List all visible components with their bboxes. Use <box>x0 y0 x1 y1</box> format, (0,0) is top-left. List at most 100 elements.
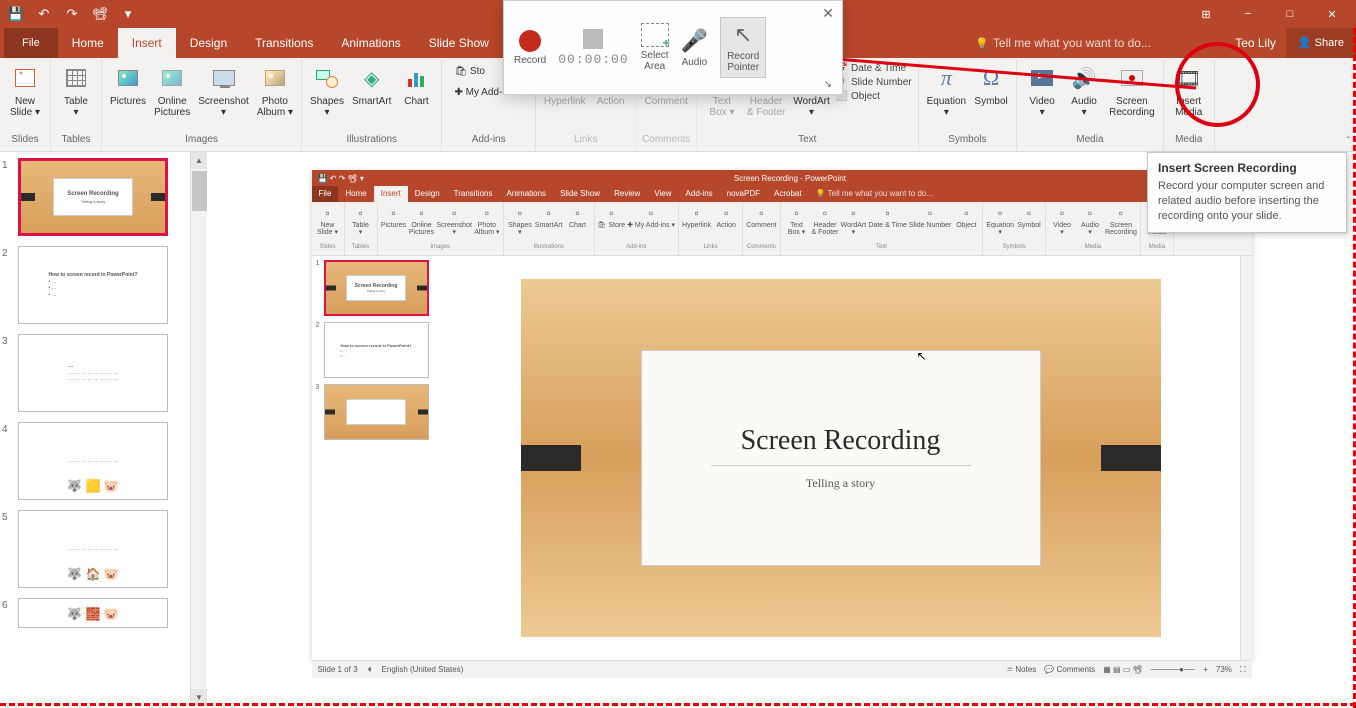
embedded-tab-acrobat: Acrobat <box>767 186 809 202</box>
tab-insert[interactable]: Insert <box>118 28 176 58</box>
embedded-tab-review: Review <box>607 186 647 202</box>
group-label-text: Text <box>798 134 816 148</box>
embedded-thumb-2: 2How to screen record in PowerPoint?• …•… <box>316 322 438 378</box>
tooltip-description: Record your computer screen and related … <box>1158 179 1336 224</box>
smartart-button[interactable]: ◈SmartArt <box>348 60 395 109</box>
select-area-button[interactable]: Select Area <box>641 23 669 72</box>
slide-thumbnail-3[interactable]: 3 …… … … … … … … …… … … … … … … … <box>0 332 184 414</box>
save-icon[interactable]: 💾 <box>4 2 28 26</box>
qat-dropdown-icon[interactable]: ▾ <box>116 2 140 26</box>
tell-me-search[interactable]: Tell me what you want to do... <box>965 36 1225 50</box>
header-footer-label: Header & Footer <box>747 96 785 118</box>
embedded-screenshot: 💾 ↶ ↷ 📽 ▾Screen Recording - PowerPoint⊞ … <box>312 170 1252 660</box>
tab-slide-show[interactable]: Slide Show <box>415 28 503 58</box>
slide-title-card: Screen Recording Telling a story <box>641 350 1041 566</box>
slide-thumbnail-2[interactable]: 2 How to screen record in PowerPoint?• …… <box>0 244 184 326</box>
redo-icon[interactable]: ↷ <box>60 2 84 26</box>
slide-thumbnail-4[interactable]: 4 … … … … … … … …🐺 🟨 🐷 <box>0 420 184 502</box>
embedded-tab-insert: Insert <box>374 186 408 202</box>
photo-album-button[interactable]: Photo Album ▾ <box>253 60 297 120</box>
scroll-down-icon[interactable]: ▼ <box>191 689 207 706</box>
insert-media-button[interactable]: 🎞Insert Media <box>1168 60 1210 120</box>
ribbon-display-options-icon[interactable]: ⊞ <box>1186 2 1226 26</box>
group-tables: Table ▾ Tables <box>51 60 102 150</box>
date-time-button[interactable]: 📅 Date & Time <box>836 63 912 74</box>
thumbnail-scrollbar[interactable]: ▲ ▼ <box>190 152 207 706</box>
pointer-icon: ↖ <box>734 22 752 48</box>
embedded-tab-novapdf: novaPDF <box>720 186 767 202</box>
share-label: Share <box>1315 37 1344 49</box>
embedded-comments-label: Comments <box>1057 665 1096 674</box>
group-label-slides: Slides <box>11 134 38 148</box>
online-pictures-button[interactable]: Online Pictures <box>150 60 194 120</box>
slide-thumbnail-6[interactable]: 6 … … … … … … … …🐺 🧱 🐷 <box>0 596 184 630</box>
table-label: Table ▾ <box>64 96 88 118</box>
group-label-links: Links <box>574 134 597 148</box>
pictures-button[interactable]: Pictures <box>106 60 150 109</box>
file-tab[interactable]: File <box>4 28 58 58</box>
record-icon <box>519 30 541 52</box>
tab-animations[interactable]: Animations <box>327 28 414 58</box>
slide-editor: 💾 ↶ ↷ 📽 ▾Screen Recording - PowerPoint⊞ … <box>207 152 1356 706</box>
tooltip-title: Insert Screen Recording <box>1158 161 1336 175</box>
close-icon[interactable]: ✕ <box>1312 2 1352 26</box>
slide-number: 4 <box>2 422 14 435</box>
embedded-menubar: File Home Insert Design Transitions Anim… <box>312 186 1252 202</box>
share-button[interactable]: 👤 Share <box>1286 28 1356 58</box>
minimize-icon[interactable]: − <box>1228 2 1268 26</box>
dock-icon[interactable]: ↘ <box>824 79 832 90</box>
screenshot-button[interactable]: Screenshot ▾ <box>194 60 253 120</box>
undo-icon[interactable]: ↶ <box>32 2 56 26</box>
record-button[interactable]: Record <box>514 30 546 66</box>
slide-number-button[interactable]: #️ Slide Number <box>836 77 912 88</box>
slide-subtitle: Telling a story <box>806 476 875 491</box>
scroll-up-icon[interactable]: ▲ <box>191 152 207 169</box>
slide-thumbnail-1[interactable]: 1 Screen RecordingTelling a story <box>0 156 184 238</box>
group-label-tables: Tables <box>62 134 91 148</box>
embedded-thumb-3: 3 <box>316 384 438 440</box>
table-button[interactable]: Table ▾ <box>55 60 97 120</box>
embedded-slide: Screen Recording Telling a story ↖ <box>521 279 1161 637</box>
embedded-tab-view: View <box>647 186 678 202</box>
audio-button[interactable]: 🎤 Audio <box>681 28 708 68</box>
collapse-ribbon-icon[interactable]: ˆ <box>1347 136 1350 147</box>
tab-design[interactable]: Design <box>176 28 241 58</box>
group-label-symbols: Symbols <box>948 134 986 148</box>
start-from-beginning-icon[interactable]: 📽 <box>88 2 112 26</box>
insert-media-label: Insert Media <box>1175 96 1202 118</box>
slide-title: Screen Recording <box>741 425 941 457</box>
slide-thumbnail-panel[interactable]: 1 Screen RecordingTelling a story 2 How … <box>0 152 190 706</box>
shapes-button[interactable]: Shapes ▾ <box>306 60 348 120</box>
smartart-label: SmartArt <box>352 96 391 107</box>
chart-button[interactable]: Chart <box>395 60 437 109</box>
record-pointer-button[interactable]: ↖ Record Pointer <box>720 17 766 78</box>
embedded-thumbs: 1Screen RecordingTelling a story 2How to… <box>312 256 442 660</box>
maximize-icon[interactable]: □ <box>1270 2 1310 26</box>
object-button[interactable]: ⬜ Object <box>836 91 912 102</box>
video-button[interactable]: Video ▾ <box>1021 60 1063 120</box>
embedded-thumb-1: 1Screen RecordingTelling a story <box>316 260 438 316</box>
symbol-button[interactable]: ΩSymbol <box>970 60 1012 109</box>
embedded-tab-design: Design <box>408 186 447 202</box>
record-pointer-label: Record Pointer <box>727 51 759 73</box>
tab-home[interactable]: Home <box>58 28 118 58</box>
slide-thumbnail-5[interactable]: 5 … … … … … … … …🐺 🏠 🐷 <box>0 508 184 590</box>
embedded-tab-home: Home <box>338 186 373 202</box>
embedded-slide-counter: Slide 1 of 3 <box>318 665 358 674</box>
embedded-tab-animations: Animations <box>499 186 553 202</box>
online-pictures-label: Online Pictures <box>154 96 190 118</box>
equation-button[interactable]: πEquation ▾ <box>923 60 970 120</box>
ribbon-audio-label: Audio ▾ <box>1071 96 1097 118</box>
slide-number: 1 <box>2 158 14 171</box>
tab-transitions[interactable]: Transitions <box>241 28 327 58</box>
scrollbar-thumb[interactable] <box>192 171 207 211</box>
user-name[interactable]: Teo Lily <box>1225 36 1286 50</box>
screen-recording-toolbar: Record 00:00:00 Select Area 🎤 Audio ↖ Re… <box>503 0 843 95</box>
new-slide-label: New Slide ▾ <box>10 96 40 118</box>
screen-recording-button[interactable]: Screen Recording <box>1105 60 1159 120</box>
new-slide-button[interactable]: New Slide ▾ <box>4 60 46 120</box>
editor-canvas[interactable]: 💾 ↶ ↷ 📽 ▾Screen Recording - PowerPoint⊞ … <box>207 152 1356 706</box>
close-recording-panel-icon[interactable]: ✕ <box>822 5 834 22</box>
object-label: Object <box>851 91 880 102</box>
ribbon-audio-button[interactable]: 🔊Audio ▾ <box>1063 60 1105 120</box>
